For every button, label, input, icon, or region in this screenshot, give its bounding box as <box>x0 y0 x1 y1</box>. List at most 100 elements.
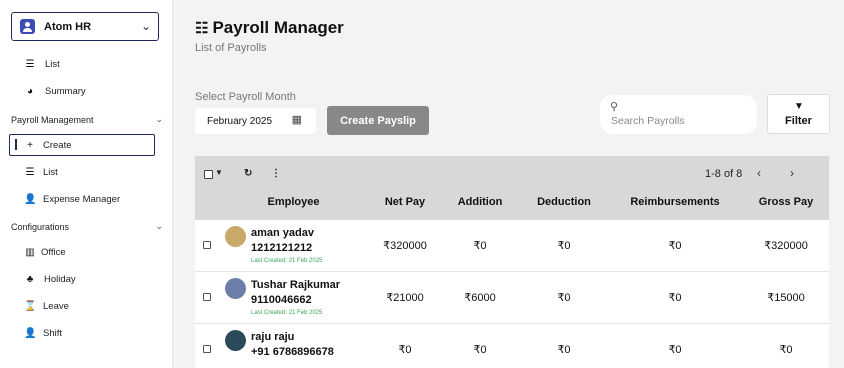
leave-icon: ⌛ <box>24 300 37 312</box>
deduction-cell: ₹0 <box>557 240 571 252</box>
page-title-text: Payroll Manager <box>212 18 344 37</box>
sidebar-item-create[interactable]: + Create <box>0 134 173 156</box>
chevron-right-icon[interactable]: › <box>790 166 794 180</box>
sidebar-item-holiday[interactable]: ♣ Holiday <box>0 268 173 290</box>
net-pay-cell: ₹0 <box>398 344 412 356</box>
employee-name: raju raju <box>251 331 295 343</box>
search-input[interactable]: Search Payrolls <box>611 115 685 127</box>
user-icon: 👤 <box>24 193 37 205</box>
chevron-left-icon[interactable]: ‹ <box>757 166 761 180</box>
last-created: Last Created: 21 Feb 2025 <box>251 258 323 264</box>
column-header-addition[interactable]: Addition <box>450 196 510 208</box>
org-switcher[interactable]: Atom HR ⌄ <box>11 12 159 41</box>
employee-name: aman yadav <box>251 227 314 239</box>
select-all-checkbox[interactable] <box>204 170 213 179</box>
gross-pay-cell: ₹15000 <box>767 292 805 304</box>
holiday-icon: ♣ <box>26 273 34 285</box>
search-box[interactable]: ⚲ Search Payrolls <box>600 95 757 134</box>
sidebar-item-label: List <box>43 166 58 178</box>
column-header-net-pay[interactable]: Net Pay <box>375 196 435 208</box>
last-created: Last Created: 21 Feb 2025 <box>251 310 323 316</box>
employee-phone: 9110046662 <box>251 294 312 306</box>
more-vertical-icon[interactable]: ⋮ <box>271 168 281 179</box>
column-header-deduction[interactable]: Deduction <box>529 196 599 208</box>
sidebar-item-label: Holiday <box>44 273 76 285</box>
sidebar-item-label: Create <box>43 139 72 151</box>
org-name: Atom HR <box>44 20 92 33</box>
avatar <box>225 330 246 351</box>
table-row[interactable]: raju raju +91 6786896678 ₹0 ₹0 ₹0 ₹0 ₹0 <box>195 324 829 368</box>
row-checkbox[interactable] <box>203 241 211 249</box>
chevron-down-icon: ⌄ <box>155 221 163 231</box>
row-checkbox[interactable] <box>203 293 211 301</box>
sidebar-item-label: List <box>45 58 60 70</box>
sidebar-item-payroll-list[interactable]: ☰ List <box>0 161 173 183</box>
gross-pay-cell: ₹320000 <box>764 240 808 252</box>
section-payroll-management[interactable]: Payroll Management ⌄ <box>11 114 163 125</box>
sidebar-item-label: Summary <box>45 85 86 97</box>
deduction-cell: ₹0 <box>557 344 571 356</box>
chevron-down-icon: ⌄ <box>140 19 151 33</box>
addition-cell: ₹0 <box>473 344 487 356</box>
sidebar-item-label: Expense Manager <box>43 193 121 205</box>
table-row[interactable]: aman yadav 1212121212 Last Created: 21 F… <box>195 220 829 272</box>
calendar-icon[interactable]: ▦ <box>292 113 302 126</box>
sidebar-item-leave[interactable]: ⌛ Leave <box>0 295 173 317</box>
column-header-gross-pay[interactable]: Gross Pay <box>751 196 821 208</box>
filter-icon: ▼ <box>794 101 804 112</box>
avatar <box>225 226 246 247</box>
employee-phone: +91 6786896678 <box>251 346 334 358</box>
plus-icon: + <box>27 139 33 151</box>
net-pay-cell: ₹21000 <box>386 292 424 304</box>
create-payslip-button[interactable]: Create Payslip <box>327 106 429 135</box>
sidebar-item-office[interactable]: ▥ Office <box>0 241 173 263</box>
section-label: Payroll Management <box>11 114 94 125</box>
net-pay-cell: ₹320000 <box>383 240 427 252</box>
payroll-month-label: Select Payroll Month <box>195 91 296 103</box>
reimbursements-cell: ₹0 <box>668 292 682 304</box>
deduction-cell: ₹0 <box>557 292 571 304</box>
building-icon: ▥ <box>25 246 35 258</box>
row-checkbox[interactable] <box>203 345 211 353</box>
column-header-reimbursements[interactable]: Reimbursements <box>620 196 730 208</box>
pagination-label: 1-8 of 8 <box>705 168 743 180</box>
payroll-month-picker[interactable]: February 2025 ▦ <box>195 108 316 134</box>
sidebar-item-label: Leave <box>43 300 69 312</box>
gross-pay-cell: ₹0 <box>779 344 793 356</box>
table-header: ▼ ↻ ⋮ 1-8 of 8 ‹ › Employee Net Pay Addi… <box>195 156 829 220</box>
section-configurations[interactable]: Configurations ⌄ <box>11 221 163 232</box>
refresh-icon[interactable]: ↻ <box>244 168 252 179</box>
sidebar: Atom HR ⌄ ☰ List ◕ Summary Payroll Manag… <box>0 0 173 368</box>
sidebar-item-shift[interactable]: 👤 Shift <box>0 322 173 344</box>
page-subtitle: List of Payrolls <box>195 42 267 54</box>
filter-label: Filter <box>785 115 812 127</box>
checklist-icon: ☷ <box>195 20 209 37</box>
table-row[interactable]: Tushar Rajkumar 9110046662 Last Created:… <box>195 272 829 324</box>
pie-chart-icon: ◕ <box>26 85 34 97</box>
user-icon: 👤 <box>24 327 37 339</box>
list-icon: ☰ <box>25 166 35 178</box>
sidebar-item-label: Shift <box>43 327 63 339</box>
filter-button[interactable]: ▼ Filter <box>767 94 830 134</box>
sidebar-item-summary[interactable]: ◕ Summary <box>0 80 173 102</box>
caret-down-icon[interactable]: ▼ <box>215 168 223 177</box>
sidebar-item-label: Office <box>41 246 66 258</box>
sidebar-item-list[interactable]: ☰ List <box>0 53 173 75</box>
addition-cell: ₹6000 <box>464 292 496 304</box>
column-header-employee[interactable]: Employee <box>251 196 336 208</box>
reimbursements-cell: ₹0 <box>668 240 682 252</box>
search-icon: ⚲ <box>610 101 619 113</box>
sidebar-item-expense-manager[interactable]: 👤 Expense Manager <box>0 188 173 210</box>
payroll-month-value: February 2025 <box>207 115 273 127</box>
reimbursements-cell: ₹0 <box>668 344 682 356</box>
section-label: Configurations <box>11 221 70 232</box>
employee-name: Tushar Rajkumar <box>251 279 341 291</box>
employee-phone: 1212121212 <box>251 242 313 254</box>
chevron-down-icon: ⌄ <box>155 114 163 124</box>
list-icon: ☰ <box>25 58 35 70</box>
page-title: ☷ Payroll Manager <box>195 18 344 38</box>
org-avatar-icon <box>20 19 35 34</box>
addition-cell: ₹0 <box>473 240 487 252</box>
payroll-table: ▼ ↻ ⋮ 1-8 of 8 ‹ › Employee Net Pay Addi… <box>195 156 829 368</box>
avatar <box>225 278 246 299</box>
